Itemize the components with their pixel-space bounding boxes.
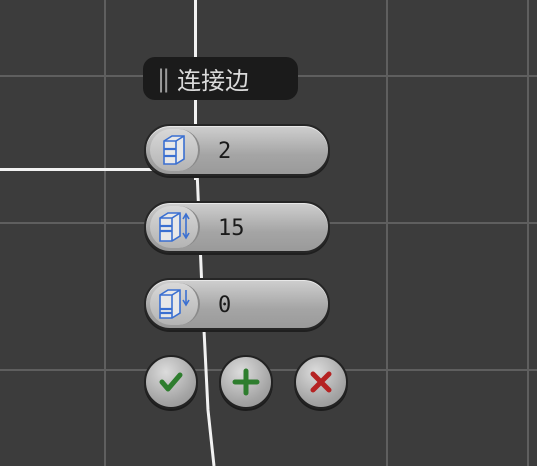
check-icon (159, 372, 183, 392)
slide-icon-wrap[interactable] (150, 283, 200, 325)
pinch-field[interactable]: 15 (144, 201, 330, 253)
slide-icon (159, 289, 190, 319)
close-icon (310, 371, 332, 393)
segments-field[interactable]: 2 (144, 124, 330, 176)
grid-line (527, 0, 529, 466)
pinch-value[interactable]: 15 (218, 216, 245, 241)
segments-icon-wrap[interactable] (150, 129, 200, 171)
grid-line (386, 0, 388, 466)
caddy-title: 连接边 (177, 67, 250, 95)
caddy-title-bar[interactable]: || 连接边 (143, 57, 298, 100)
slide-field[interactable]: 0 (144, 278, 330, 330)
segments-value[interactable]: 2 (218, 139, 231, 164)
slide-value[interactable]: 0 (218, 293, 231, 318)
drag-grip-icon[interactable]: || (157, 65, 170, 93)
viewport[interactable]: || 连接边 2 15 0 (0, 0, 537, 466)
apply-button[interactable] (219, 355, 273, 409)
plus-icon (232, 368, 260, 396)
segments-icon (163, 135, 185, 165)
pinch-icon-wrap[interactable] (150, 206, 200, 248)
pinch-icon (159, 212, 190, 242)
ok-button[interactable] (144, 355, 198, 409)
grid-line (104, 0, 106, 466)
cancel-button[interactable] (294, 355, 348, 409)
